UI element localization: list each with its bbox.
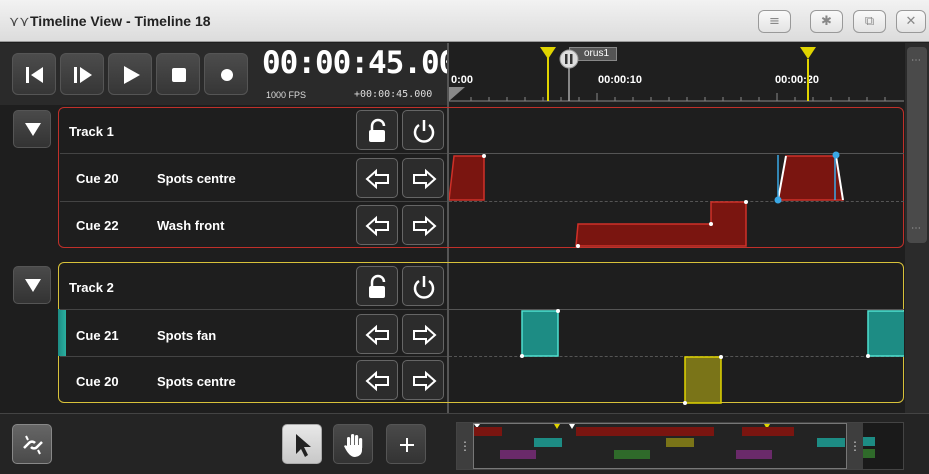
close-icon: ✕ — [905, 14, 917, 29]
cue-block — [521, 310, 559, 357]
cue-name: Wash front — [157, 218, 225, 233]
menu-button[interactable]: ≡ — [758, 10, 791, 33]
grip-dots-icon: ⋯ — [911, 223, 921, 234]
gear-icon: ✱ — [821, 14, 832, 29]
stop-button[interactable] — [156, 53, 200, 95]
close-button[interactable]: ✕ — [896, 10, 926, 33]
resize-icon: ⧉ — [864, 14, 875, 29]
cue-block — [449, 155, 485, 201]
cue-move-left-button[interactable] — [356, 314, 398, 354]
add-button[interactable] — [386, 424, 426, 464]
transport-toolbar: 00:00:45.000 1000 FPS +00:00:45.000 — [0, 43, 475, 105]
cue-block — [867, 310, 904, 357]
cue-move-right-button[interactable] — [402, 314, 444, 354]
row-separator — [60, 153, 447, 154]
skip-to-start-button[interactable] — [12, 53, 56, 95]
record-icon — [221, 69, 233, 81]
cue-move-right-button[interactable] — [402, 205, 444, 245]
power-icon — [413, 276, 435, 299]
triangle-down-icon — [25, 279, 41, 292]
ruler-graphics — [449, 47, 904, 102]
cue-name: Spots centre — [157, 374, 236, 389]
track-1-collapse-button[interactable] — [13, 110, 51, 148]
title-bar: ⋎⋎ Timeline View - Timeline 18 ≡ ✱ ⧉ ✕ — [0, 0, 929, 42]
overview-viewport[interactable] — [473, 423, 847, 469]
cue-color-indicator — [58, 309, 66, 356]
arrow-left-icon — [365, 168, 389, 190]
bottom-toolbar: ⋮ ⋮ — [0, 413, 929, 474]
add-icon — [400, 438, 414, 452]
cue-name: Spots fan — [157, 328, 217, 343]
menu-icon: ≡ — [769, 14, 780, 29]
select-tool-button[interactable] — [282, 424, 322, 464]
stop-icon — [172, 68, 186, 82]
timeline-lanes[interactable] — [449, 103, 904, 413]
select-arrow-icon — [296, 434, 311, 457]
play-button[interactable] — [108, 53, 152, 95]
vertical-scrollbar[interactable]: ⋯ ⋯ — [905, 43, 929, 413]
timeline-overview[interactable]: ⋮ ⋮ — [456, 422, 904, 470]
track-2-lock-button[interactable] — [356, 266, 398, 306]
cue-move-right-button[interactable] — [402, 360, 444, 400]
track-1-lock-button[interactable] — [356, 110, 398, 150]
cue-move-left-button[interactable] — [356, 205, 398, 245]
arrow-left-icon — [365, 215, 389, 237]
step-forward-button[interactable] — [60, 53, 104, 95]
power-icon — [413, 120, 435, 143]
arrow-left-icon — [365, 370, 389, 392]
cue-block — [777, 155, 844, 201]
arrow-right-icon — [413, 215, 437, 237]
cue-move-left-button[interactable] — [356, 158, 398, 198]
overview-tail — [863, 437, 875, 458]
cue-number: Cue 22 — [76, 218, 119, 233]
cue-move-right-button[interactable] — [402, 158, 444, 198]
arrow-right-icon — [413, 168, 437, 190]
overview-right-handle[interactable]: ⋮ — [847, 423, 863, 469]
row-separator — [60, 201, 447, 202]
overview-blocks — [474, 424, 845, 459]
arrow-right-icon — [413, 324, 437, 346]
link-toggle-button[interactable] — [12, 424, 52, 464]
cue-block — [684, 356, 722, 404]
step-forward-icon — [74, 67, 92, 83]
link-icon — [23, 435, 43, 455]
cue-number: Cue 21 — [76, 328, 119, 343]
lock-open-icon — [369, 274, 386, 298]
triangle-down-icon — [25, 123, 41, 136]
cue-move-left-button[interactable] — [356, 360, 398, 400]
lock-open-icon — [369, 118, 386, 142]
timecode-display: 00:00:45.000 — [262, 45, 475, 81]
window-title: Timeline View - Timeline 18 — [30, 13, 211, 29]
cue-name: Spots centre — [157, 171, 236, 186]
grip-dots-icon: ⋯ — [911, 55, 921, 66]
skip-to-start-icon — [26, 67, 43, 83]
cue-block — [575, 201, 747, 247]
cue-number: Cue 20 — [76, 171, 119, 186]
arrow-left-icon — [365, 324, 389, 346]
track-2-label: Track 2 — [69, 280, 114, 295]
sub-timecode: +00:00:45.000 — [354, 89, 433, 100]
fps-label: 1000 FPS — [266, 90, 307, 100]
row-separator — [60, 356, 447, 357]
pan-tool-button[interactable] — [333, 424, 373, 464]
track-1-power-button[interactable] — [402, 110, 444, 150]
resize-button[interactable]: ⧉ — [853, 10, 886, 33]
cue-number: Cue 20 — [76, 374, 119, 389]
track-1-label: Track 1 — [69, 124, 114, 139]
record-button[interactable] — [204, 53, 248, 95]
scrollbar-thumb[interactable] — [907, 47, 927, 243]
settings-button[interactable]: ✱ — [810, 10, 843, 33]
time-ruler[interactable]: 0:00 00:00:10 00:00:20 orus1 — [449, 43, 904, 105]
row-separator — [60, 309, 447, 310]
arrow-right-icon — [413, 370, 437, 392]
play-icon — [124, 66, 140, 84]
timeline-icon: ⋎⋎ — [9, 14, 30, 30]
overview-left-handle[interactable]: ⋮ — [457, 423, 473, 469]
track-2-power-button[interactable] — [402, 266, 444, 306]
track-2-collapse-button[interactable] — [13, 266, 51, 304]
hand-pan-icon — [344, 434, 363, 457]
